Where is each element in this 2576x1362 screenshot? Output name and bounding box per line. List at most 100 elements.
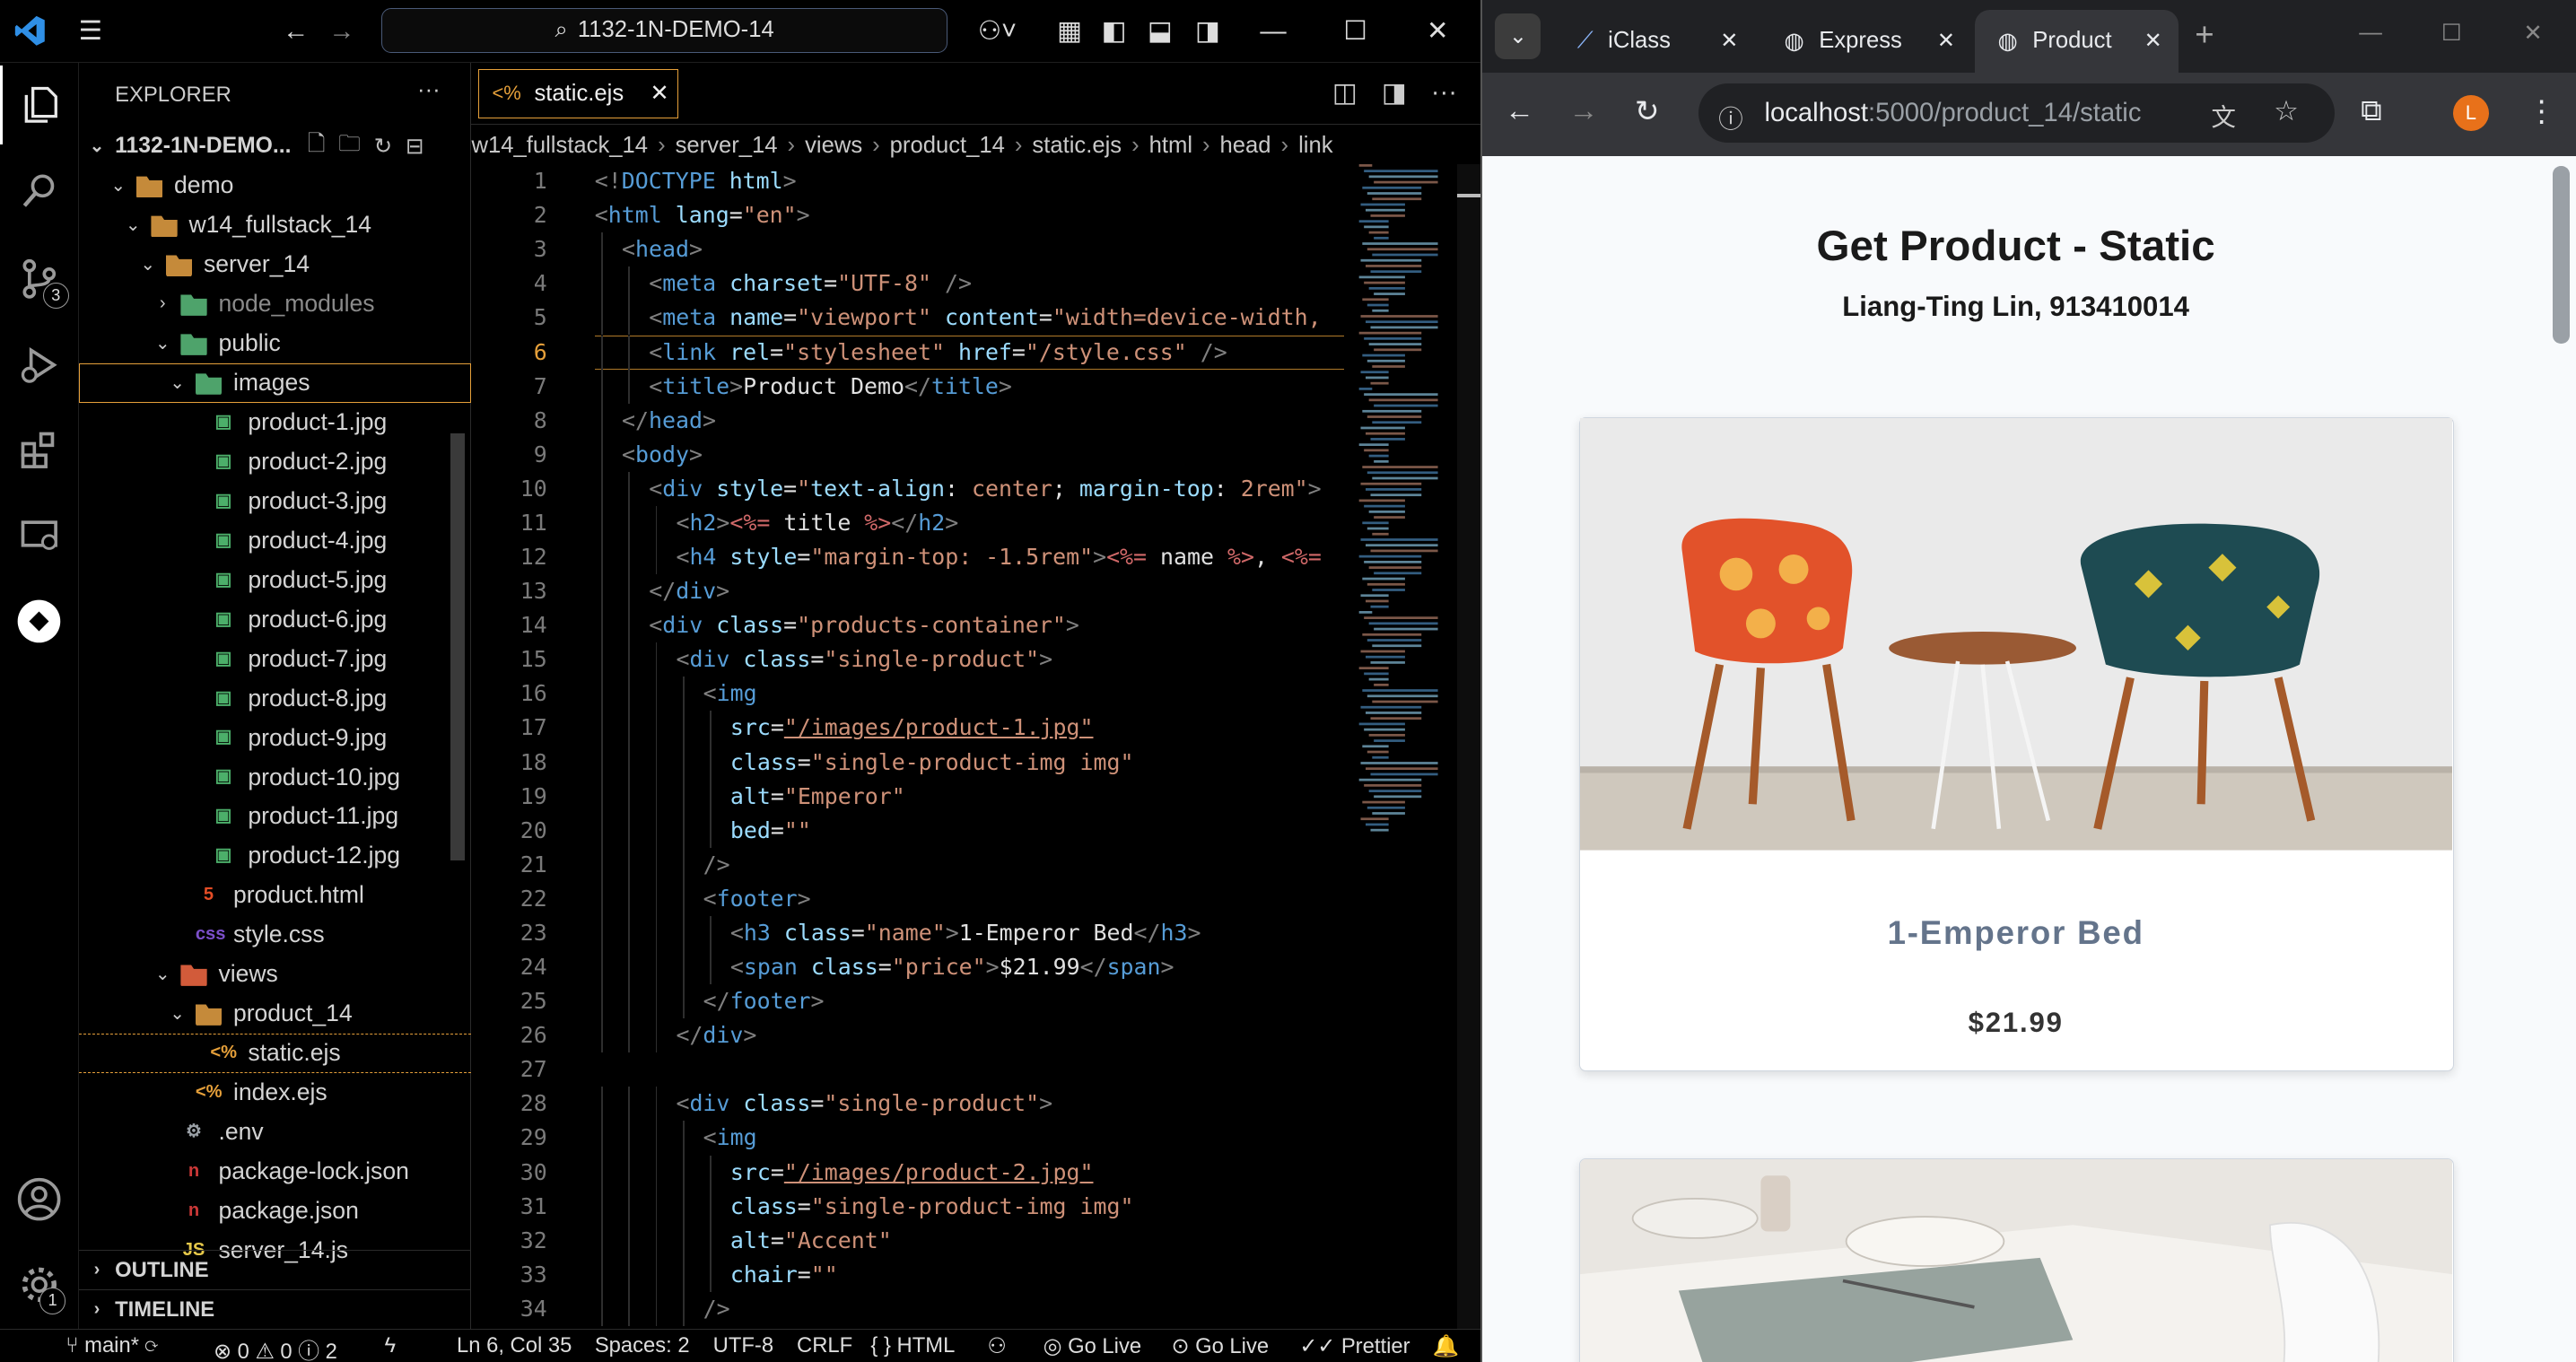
tree-item[interactable]: ▣ product-8.jpg	[79, 678, 472, 718]
tree-item[interactable]: ▣ product-3.jpg	[79, 481, 472, 520]
new-tab-icon[interactable]: +	[2195, 16, 2214, 54]
tree-item[interactable]: ▣ product-6.jpg	[79, 599, 472, 639]
address-bar[interactable]: ⓘ localhost:5000/product_14/static 文 ☆	[1698, 83, 2335, 144]
tree-item[interactable]: ⌄ images	[79, 363, 472, 403]
editor-more-icon[interactable]: ···	[1431, 77, 1457, 108]
copilot-status-icon[interactable]: ⚇	[987, 1333, 1006, 1359]
tree-item[interactable]: ▣ product-5.jpg	[79, 560, 472, 599]
tree-item[interactable]: ⌄ server_14	[79, 245, 472, 284]
tree-item[interactable]: ▣ product-4.jpg	[79, 520, 472, 560]
language-status[interactable]: { } HTML	[870, 1333, 955, 1358]
source-control-icon[interactable]: 3	[0, 240, 79, 319]
breadcrumb-item[interactable]: product_14	[890, 133, 1005, 159]
maximize-icon[interactable]: ☐	[1337, 13, 1373, 49]
cursor-position[interactable]: Ln 6, Col 35	[457, 1333, 572, 1358]
workspace-header[interactable]: ⌄ 1132-1N-DEMO... 🗋 🗀 ↻ ⊟	[79, 127, 472, 166]
breadcrumb-item[interactable]: static.ejs	[1032, 133, 1122, 159]
close-tab-icon[interactable]: ✕	[650, 80, 668, 107]
browser-tab-iclass[interactable]: ⟋ iClass ✕	[1554, 10, 1754, 73]
tree-item[interactable]: ⌄ w14_fullstack_14	[79, 205, 472, 245]
tab-search-icon[interactable]: ⌄	[1495, 13, 1541, 59]
forward-arrow-icon[interactable]: →	[1569, 93, 1599, 127]
tree-item[interactable]: ⌄ demo	[79, 166, 472, 205]
open-changes-icon[interactable]: ◫	[1332, 77, 1358, 109]
extensions-puzzle-icon[interactable]: ⧉	[2361, 93, 2382, 128]
minimize-icon[interactable]: —	[2359, 20, 2382, 46]
site-info-icon[interactable]: ⓘ	[1718, 99, 1742, 135]
tree-item[interactable]: css style.css	[79, 915, 472, 955]
browser-menu-icon[interactable]: ⋮	[2527, 93, 2556, 128]
manage-gear-icon[interactable]: 1	[0, 1245, 79, 1324]
live-share-icon[interactable]	[0, 581, 79, 660]
tree-item[interactable]: ▣ product-7.jpg	[79, 639, 472, 678]
close-tab-icon[interactable]: ✕	[1937, 28, 1955, 54]
close-tab-icon[interactable]: ✕	[2144, 28, 2162, 54]
notifications-bell-icon[interactable]: 🔔	[1433, 1333, 1460, 1359]
maximize-icon[interactable]: ☐	[2441, 20, 2462, 47]
breadcrumb-item[interactable]: server_14	[676, 133, 778, 159]
toggle-sidebar-icon[interactable]: ◧	[1096, 13, 1131, 49]
tree-item[interactable]: ▣ product-1.jpg	[79, 403, 472, 442]
outline-section[interactable]: › OUTLINE	[78, 1250, 472, 1289]
refresh-icon[interactable]: ↻	[374, 133, 393, 160]
code-editor[interactable]: 1 <!DOCTYPE html> 2 <html lang="en"> 3 <head>…	[471, 164, 1358, 1329]
forward-arrow-icon[interactable]: →	[324, 13, 360, 49]
toggle-panel-icon[interactable]: ⬓	[1142, 13, 1178, 49]
golive-status-1[interactable]: ◎ Go Live	[1043, 1333, 1141, 1359]
tree-item[interactable]: ▣ product-9.jpg	[79, 718, 472, 757]
browser-tab-product[interactable]: ◍ Product ✕	[1974, 9, 2179, 73]
product-image-chairs[interactable]	[1579, 418, 2452, 851]
breadcrumb-item[interactable]: w14_fullstack_14	[471, 133, 648, 159]
translate-icon[interactable]: 文	[2212, 97, 2236, 133]
tree-item[interactable]: ⌄ product_14	[79, 994, 472, 1034]
indentation-status[interactable]: Spaces: 2	[595, 1333, 690, 1358]
tree-item[interactable]: n package-lock.json	[79, 1152, 472, 1192]
tree-item[interactable]: ▣ product-11.jpg	[79, 797, 472, 836]
minimize-icon[interactable]: —	[1255, 13, 1291, 49]
minimap[interactable]	[1356, 164, 1458, 854]
breadcrumb-item[interactable]: html	[1149, 133, 1192, 159]
prettier-status[interactable]: ✓✓ Prettier	[1299, 1333, 1410, 1359]
lightning-icon[interactable]: ϟ	[384, 1333, 396, 1358]
layout-custom-icon[interactable]: ▦	[1052, 13, 1087, 49]
breadcrumb-item[interactable]: link	[1298, 133, 1332, 159]
close-tab-icon[interactable]: ✕	[1720, 28, 1738, 54]
close-window-icon[interactable]: ✕	[2523, 20, 2542, 47]
bookmark-star-icon[interactable]: ☆	[2274, 95, 2299, 127]
tab-static-ejs[interactable]: <% static.ejs ✕	[477, 68, 679, 118]
split-editor-icon[interactable]: ◨	[1382, 77, 1407, 109]
tree-item[interactable]: n package.json	[79, 1191, 472, 1230]
accounts-icon[interactable]	[0, 1160, 79, 1239]
explorer-icon[interactable]	[0, 65, 79, 145]
tree-item[interactable]: ▣ product-12.jpg	[79, 836, 472, 876]
tree-item[interactable]: ⌄ public	[79, 324, 472, 363]
tree-item[interactable]: ▣ product-2.jpg	[79, 442, 472, 482]
editor-scrollbar[interactable]	[1457, 164, 1480, 1330]
new-folder-icon[interactable]: 🗀	[338, 127, 361, 165]
tree-item[interactable]: ▣ product-10.jpg	[79, 757, 472, 797]
tree-item[interactable]: › node_modules	[79, 284, 472, 324]
toggle-secondary-sidebar-icon[interactable]: ◨	[1190, 13, 1226, 49]
branch-status[interactable]: ⑂ main* ⟳	[65, 1333, 158, 1358]
reload-icon[interactable]: ↻	[1635, 93, 1660, 128]
encoding-status[interactable]: UTF-8	[713, 1333, 773, 1358]
breadcrumb-item[interactable]: head	[1220, 133, 1271, 159]
copilot-icon[interactable]: ⚇˅	[969, 13, 1025, 49]
command-center-search[interactable]: ⌕ 1132-1N-DEMO-14	[380, 8, 948, 53]
page-scrollbar[interactable]	[2553, 165, 2570, 344]
tree-item[interactable]: <% static.ejs	[78, 1033, 472, 1073]
tree-item[interactable]: <% index.ejs	[79, 1073, 472, 1113]
extensions-icon[interactable]	[0, 411, 79, 490]
menu-icon[interactable]: ☰	[73, 13, 109, 49]
tree-item[interactable]: ⌄ views	[79, 955, 472, 994]
breadcrumb-item[interactable]: views	[805, 133, 862, 159]
problems-status[interactable]: ⊗ 0 ⚠ 0 ⓘ 2	[214, 1333, 337, 1362]
golive-status-2[interactable]: ⊙ Go Live	[1172, 1333, 1270, 1359]
run-debug-icon[interactable]	[0, 326, 79, 405]
sidebar-scrollbar[interactable]	[450, 433, 466, 861]
tree-item[interactable]: 5 product.html	[79, 876, 472, 915]
tree-item[interactable]: ⚙ .env	[79, 1113, 472, 1152]
product-image-dining[interactable]	[1579, 1158, 2452, 1362]
explorer-more-icon[interactable]: ···	[417, 77, 441, 103]
new-file-icon[interactable]: 🗋	[308, 127, 326, 165]
